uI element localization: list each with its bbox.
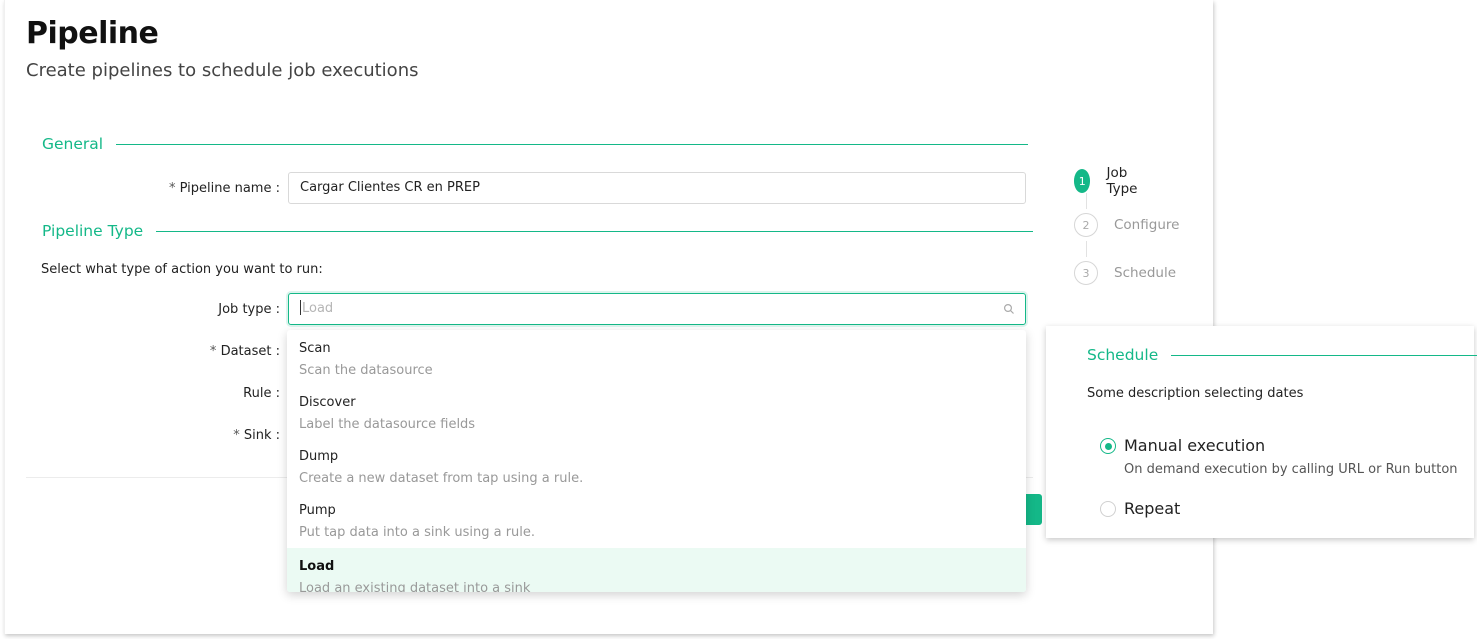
pipeline-name-label: * Pipeline name :: [168, 181, 280, 196]
page-title: Pipeline: [26, 16, 159, 51]
job-type-label: Job type :: [218, 302, 280, 317]
option-description: Label the datasource fields: [299, 417, 476, 432]
schedule-section-header: Schedule: [1087, 346, 1477, 364]
job-type-label-text: Job type: [218, 302, 272, 317]
schedule-section-title: Schedule: [1087, 346, 1159, 364]
dataset-label-text: Dataset: [220, 344, 272, 359]
step-label: Configure: [1114, 217, 1180, 233]
pipeline-type-section-header: Pipeline Type: [42, 222, 1034, 240]
pipeline-name-label-text: Pipeline name: [179, 181, 272, 196]
job-type-option-pump[interactable]: Pump Put tap data into a sink using a ru…: [287, 492, 1026, 546]
step-connector: [1085, 241, 1087, 257]
sink-label: * Sink :: [233, 428, 280, 443]
option-title: Discover: [299, 395, 356, 410]
option-description: Scan the datasource: [299, 363, 433, 378]
manual-execution-label[interactable]: Manual execution: [1124, 436, 1265, 455]
step-label: Schedule: [1114, 265, 1177, 281]
manual-execution-radio[interactable]: [1100, 438, 1116, 454]
job-type-option-load[interactable]: Load Load an existing dataset into a sin…: [287, 548, 1026, 592]
step-connector: [1085, 193, 1087, 209]
pipeline-type-section-title: Pipeline Type: [42, 222, 144, 240]
job-type-option-discover[interactable]: Discover Label the datasource fields: [287, 384, 1026, 438]
job-type-instruction: Select what type of action you want to r…: [41, 262, 323, 277]
step-number: 1: [1074, 169, 1091, 193]
job-type-placeholder: Load: [302, 301, 334, 316]
option-description: Put tap data into a sink using a rule.: [299, 525, 536, 540]
option-description: Create a new dataset from tap using a ru…: [299, 471, 584, 486]
manual-execution-help: On demand execution by calling URL or Ru…: [1124, 462, 1458, 477]
schedule-popover: Schedule Some description selecting date…: [1046, 326, 1477, 538]
step-number: 3: [1074, 261, 1098, 285]
section-divider-line: [116, 143, 1029, 145]
option-title: Scan: [299, 341, 331, 356]
step-configure[interactable]: 2 Configure: [1074, 213, 1179, 237]
rule-label: Rule :: [243, 386, 280, 401]
general-section-title: General: [42, 135, 104, 153]
schedule-description: Some description selecting dates: [1087, 386, 1304, 401]
search-icon: [1003, 303, 1014, 314]
repeat-radio[interactable]: [1100, 501, 1116, 517]
option-title: Load: [299, 559, 335, 574]
job-type-select[interactable]: Load: [288, 293, 1026, 325]
page-subtitle: Create pipelines to schedule job executi…: [26, 60, 419, 81]
step-label: Job Type: [1106, 165, 1138, 197]
repeat-label[interactable]: Repeat: [1124, 499, 1180, 518]
sink-label-text: Sink: [243, 428, 272, 443]
option-description: Load an existing dataset into a sink: [299, 581, 531, 592]
rule-label-text: Rule: [243, 386, 272, 401]
general-section-header: General: [42, 135, 1029, 153]
job-type-dropdown: Scan Scan the datasource Discover Label …: [287, 330, 1026, 592]
option-title: Pump: [299, 503, 336, 518]
section-divider-line: [1171, 354, 1477, 356]
section-divider-line: [156, 230, 1034, 232]
step-schedule[interactable]: 3 Schedule: [1074, 261, 1176, 285]
pipeline-name-input[interactable]: Cargar Clientes CR en PREP: [288, 172, 1026, 204]
step-number: 2: [1074, 213, 1098, 237]
text-cursor: [300, 300, 301, 315]
dataset-label: * Dataset :: [209, 344, 280, 359]
job-type-option-dump[interactable]: Dump Create a new dataset from tap using…: [287, 438, 1026, 492]
option-title: Dump: [299, 449, 339, 464]
job-type-option-scan[interactable]: Scan Scan the datasource: [287, 330, 1026, 384]
